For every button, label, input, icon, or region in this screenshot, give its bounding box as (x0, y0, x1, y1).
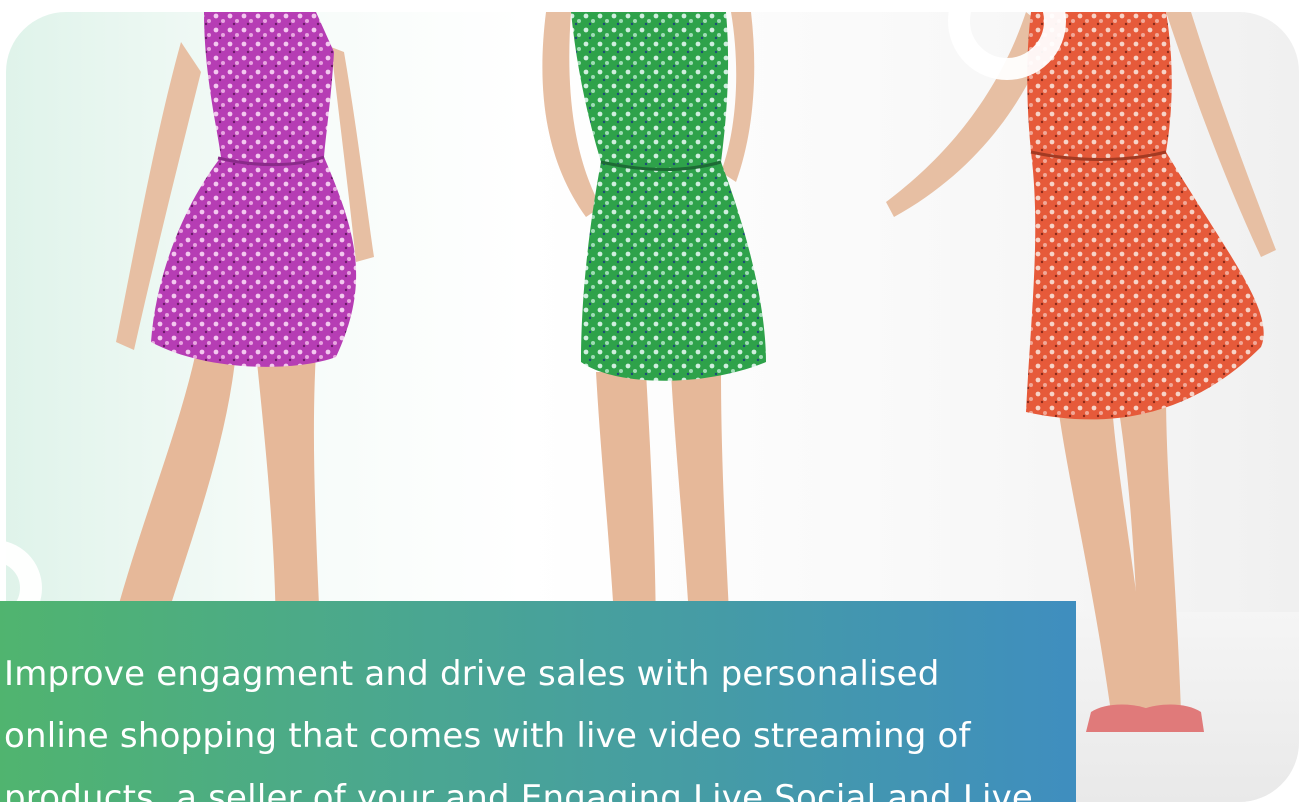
promo-caption-box: Improve engagment and drive sales with p… (0, 601, 1076, 802)
caption-line-1: Improve engagment and drive sales with p… (4, 654, 940, 694)
promo-caption-text: Improve engagment and drive sales with p… (4, 643, 1064, 802)
caption-line-3: products, a seller of your and Engaging … (4, 778, 1034, 802)
caption-line-2: online shopping that comes with live vid… (4, 716, 971, 756)
